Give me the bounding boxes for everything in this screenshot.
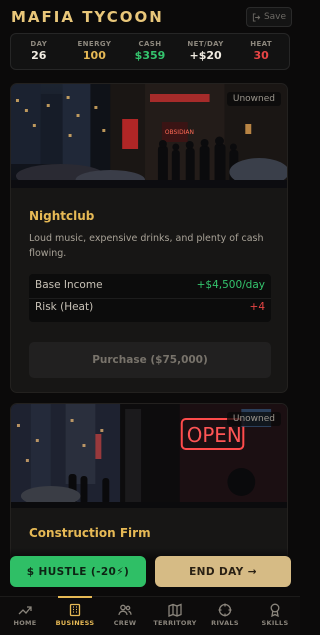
- nav-label: CREW: [113, 619, 137, 627]
- nav-label: BUSINESS: [55, 619, 95, 627]
- business-card-nightclub: OBSIDIAN Unowned Nightclub Loud music, e…: [10, 83, 288, 393]
- users-icon: [118, 604, 132, 616]
- building-icon: [69, 603, 81, 617]
- income-row: Base Income +$4,500/day: [35, 279, 265, 291]
- stat-net-day: NET/DAY +$20: [178, 34, 234, 69]
- stat-heat: HEAT 30: [233, 34, 289, 69]
- nav-label: HOME: [13, 619, 37, 627]
- hustle-button[interactable]: $ HUSTLE (-20⚡): [10, 556, 146, 587]
- stat-label: CASH: [138, 40, 162, 48]
- divider: [29, 298, 271, 299]
- award-icon: [270, 603, 280, 617]
- svg-text:OBSIDIAN: OBSIDIAN: [165, 129, 194, 136]
- nav-crew[interactable]: CREW: [100, 597, 150, 635]
- stat-value: 26: [31, 49, 47, 62]
- stat-label: NET/DAY: [187, 40, 224, 48]
- nav-label: SKILLS: [261, 619, 289, 627]
- stat-energy: ENERGY 100: [67, 34, 123, 69]
- business-description: Loud music, expensive drinks, and plenty…: [29, 233, 264, 259]
- risk-label: Risk (Heat): [35, 301, 94, 313]
- purchase-button[interactable]: Purchase ($75,000): [29, 342, 271, 378]
- income-value: +$4,500/day: [196, 279, 265, 291]
- trending-up-icon: [18, 606, 32, 615]
- stats-bar: DAY 26 ENERGY 100 CASH $359 NET/DAY +$20…: [10, 33, 290, 70]
- app-title: MAFIA TYCOON: [11, 8, 164, 26]
- nightclub-image: OBSIDIAN Unowned: [11, 84, 287, 188]
- stat-value: 30: [253, 49, 269, 62]
- stat-label: HEAT: [250, 40, 273, 48]
- stat-cash: CASH $359: [122, 34, 178, 69]
- nav-rivals[interactable]: RIVALS: [200, 597, 250, 635]
- nav-label: TERRITORY: [153, 619, 197, 627]
- nav-territory[interactable]: TERRITORY: [150, 597, 200, 635]
- crosshair-icon: [218, 603, 232, 617]
- construction-firm-image: OPEN Unowned: [11, 404, 287, 508]
- business-name: Nightclub: [29, 209, 95, 223]
- ownership-badge: Unowned: [226, 92, 281, 106]
- svg-text:OPEN: OPEN: [187, 424, 242, 447]
- stat-value: 100: [82, 49, 106, 62]
- stat-value: +$20: [189, 49, 222, 62]
- nav-home[interactable]: HOME: [0, 597, 50, 635]
- income-label: Base Income: [35, 279, 103, 291]
- end-day-button[interactable]: END DAY →: [155, 556, 291, 587]
- stat-value: $359: [134, 49, 166, 62]
- risk-row: Risk (Heat) +4: [35, 301, 265, 313]
- ownership-badge: Unowned: [226, 412, 281, 426]
- risk-value: +4: [249, 301, 265, 313]
- stat-label: ENERGY: [77, 40, 112, 48]
- map-icon: [168, 603, 182, 617]
- bottom-nav: HOME BUSINESS CREW TERRITORY RIVALS SKIL…: [0, 596, 300, 635]
- stat-day: DAY 26: [11, 34, 67, 69]
- save-label: Save: [263, 12, 287, 22]
- stat-label: DAY: [30, 40, 48, 48]
- nav-skills[interactable]: SKILLS: [250, 597, 300, 635]
- business-stats: Base Income +$4,500/day Risk (Heat) +4: [29, 274, 271, 322]
- nav-business[interactable]: BUSINESS: [50, 596, 100, 635]
- save-button[interactable]: Save: [246, 7, 292, 27]
- business-name: Construction Firm: [29, 526, 151, 540]
- logout-icon: [252, 12, 261, 22]
- nav-label: RIVALS: [211, 619, 239, 627]
